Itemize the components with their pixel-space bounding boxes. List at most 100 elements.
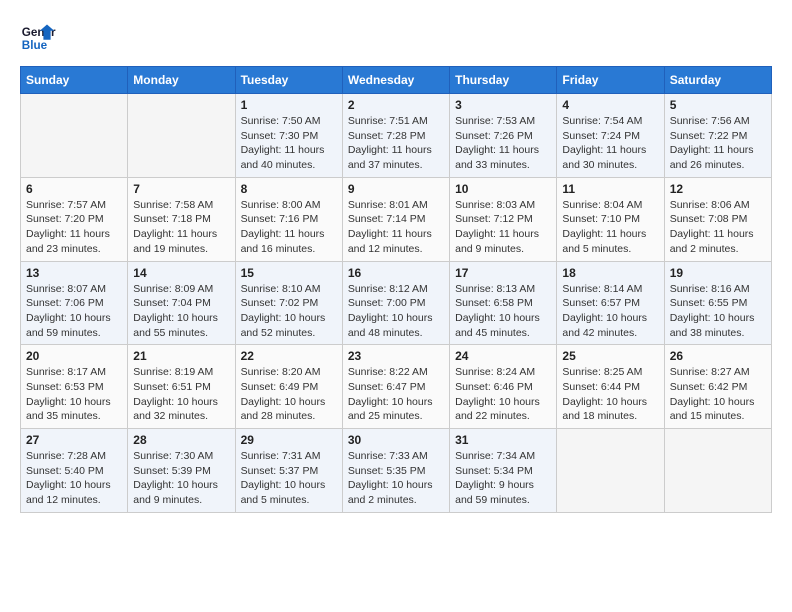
- day-number: 26: [670, 349, 766, 363]
- calendar-cell: [21, 94, 128, 178]
- day-info: Sunrise: 7:30 AM Sunset: 5:39 PM Dayligh…: [133, 449, 229, 508]
- day-info: Sunrise: 8:12 AM Sunset: 7:00 PM Dayligh…: [348, 282, 444, 341]
- calendar-cell: 18 Sunrise: 8:14 AM Sunset: 6:57 PM Dayli…: [557, 261, 664, 345]
- day-info: Sunrise: 7:50 AM Sunset: 7:30 PM Dayligh…: [241, 114, 337, 173]
- calendar-cell: 23Sunrise: 8:22 AM Sunset: 6:47 PM Dayli…: [342, 345, 449, 429]
- day-number: 31: [455, 433, 551, 447]
- calendar-cell: 9Sunrise: 8:01 AM Sunset: 7:14 PM Daylig…: [342, 177, 449, 261]
- day-number: 2: [348, 98, 444, 112]
- day-info: Sunrise: 8:13 AM Sunset: 6:58 PM Dayligh…: [455, 282, 551, 341]
- day-info: Sunrise: 8:10 AM Sunset: 7:02 PM Dayligh…: [241, 282, 337, 341]
- col-header-sunday: Sunday: [21, 67, 128, 94]
- header-row: SundayMondayTuesdayWednesdayThursdayFrid…: [21, 67, 772, 94]
- day-number: 3: [455, 98, 551, 112]
- page-header: General Blue: [20, 20, 772, 56]
- calendar-cell: 15Sunrise: 8:10 AM Sunset: 7:02 PM Dayli…: [235, 261, 342, 345]
- calendar-cell: 4 Sunrise: 7:54 AM Sunset: 7:24 PM Daylig…: [557, 94, 664, 178]
- day-info: Sunrise: 7:56 AM Sunset: 7:22 PM Dayligh…: [670, 114, 766, 173]
- day-number: 21: [133, 349, 229, 363]
- day-info: Sunrise: 8:01 AM Sunset: 7:14 PM Dayligh…: [348, 198, 444, 257]
- day-info: Sunrise: 8:17 AM Sunset: 6:53 PM Dayligh…: [26, 365, 122, 424]
- day-number: 11: [562, 182, 658, 196]
- day-info: Sunrise: 7:58 AM Sunset: 7:18 PM Dayligh…: [133, 198, 229, 257]
- calendar-cell: 6 Sunrise: 7:57 AM Sunset: 7:20 PM Daylig…: [21, 177, 128, 261]
- calendar-cell: 19Sunrise: 8:16 AM Sunset: 6:55 PM Dayli…: [664, 261, 771, 345]
- svg-text:Blue: Blue: [22, 39, 48, 52]
- day-number: 20: [26, 349, 122, 363]
- calendar-cell: 20 Sunrise: 8:17 AM Sunset: 6:53 PM Dayli…: [21, 345, 128, 429]
- day-info: Sunrise: 7:33 AM Sunset: 5:35 PM Dayligh…: [348, 449, 444, 508]
- day-info: Sunrise: 7:54 AM Sunset: 7:24 PM Dayligh…: [562, 114, 658, 173]
- col-header-saturday: Saturday: [664, 67, 771, 94]
- day-number: 27: [26, 433, 122, 447]
- calendar-cell: 11 Sunrise: 8:04 AM Sunset: 7:10 PM Dayli…: [557, 177, 664, 261]
- calendar-cell: 17 Sunrise: 8:13 AM Sunset: 6:58 PM Dayli…: [450, 261, 557, 345]
- calendar-cell: 22Sunrise: 8:20 AM Sunset: 6:49 PM Dayli…: [235, 345, 342, 429]
- week-row-2: 6 Sunrise: 7:57 AM Sunset: 7:20 PM Daylig…: [21, 177, 772, 261]
- day-info: Sunrise: 8:27 AM Sunset: 6:42 PM Dayligh…: [670, 365, 766, 424]
- day-info: Sunrise: 8:24 AM Sunset: 6:46 PM Dayligh…: [455, 365, 551, 424]
- day-info: Sunrise: 7:31 AM Sunset: 5:37 PM Dayligh…: [241, 449, 337, 508]
- day-number: 14: [133, 266, 229, 280]
- calendar-cell: 2 Sunrise: 7:51 AM Sunset: 7:28 PM Daylig…: [342, 94, 449, 178]
- day-number: 29: [241, 433, 337, 447]
- day-number: 12: [670, 182, 766, 196]
- logo-icon: General Blue: [20, 20, 56, 56]
- day-number: 7: [133, 182, 229, 196]
- calendar-cell: 30 Sunrise: 7:33 AM Sunset: 5:35 PM Dayli…: [342, 429, 449, 513]
- calendar-cell: 26 Sunrise: 8:27 AM Sunset: 6:42 PM Dayli…: [664, 345, 771, 429]
- calendar-table: SundayMondayTuesdayWednesdayThursdayFrid…: [20, 66, 772, 513]
- day-info: Sunrise: 8:04 AM Sunset: 7:10 PM Dayligh…: [562, 198, 658, 257]
- day-number: 17: [455, 266, 551, 280]
- calendar-cell: 8Sunrise: 8:00 AM Sunset: 7:16 PM Daylig…: [235, 177, 342, 261]
- calendar-cell: 16 Sunrise: 8:12 AM Sunset: 7:00 PM Dayli…: [342, 261, 449, 345]
- calendar-cell: 31 Sunrise: 7:34 AM Sunset: 5:34 PM Dayli…: [450, 429, 557, 513]
- calendar-cell: 12 Sunrise: 8:06 AM Sunset: 7:08 PM Dayli…: [664, 177, 771, 261]
- day-info: Sunrise: 8:06 AM Sunset: 7:08 PM Dayligh…: [670, 198, 766, 257]
- day-number: 6: [26, 182, 122, 196]
- day-number: 18: [562, 266, 658, 280]
- week-row-1: 1 Sunrise: 7:50 AM Sunset: 7:30 PM Daylig…: [21, 94, 772, 178]
- day-number: 10: [455, 182, 551, 196]
- calendar-cell: [128, 94, 235, 178]
- col-header-tuesday: Tuesday: [235, 67, 342, 94]
- calendar-cell: [664, 429, 771, 513]
- week-row-5: 27 Sunrise: 7:28 AM Sunset: 5:40 PM Dayli…: [21, 429, 772, 513]
- day-info: Sunrise: 7:51 AM Sunset: 7:28 PM Dayligh…: [348, 114, 444, 173]
- day-info: Sunrise: 8:07 AM Sunset: 7:06 PM Dayligh…: [26, 282, 122, 341]
- logo: General Blue: [20, 20, 56, 56]
- day-info: Sunrise: 7:28 AM Sunset: 5:40 PM Dayligh…: [26, 449, 122, 508]
- day-number: 4: [562, 98, 658, 112]
- day-info: Sunrise: 7:53 AM Sunset: 7:26 PM Dayligh…: [455, 114, 551, 173]
- calendar-cell: 27 Sunrise: 7:28 AM Sunset: 5:40 PM Dayli…: [21, 429, 128, 513]
- day-info: Sunrise: 8:19 AM Sunset: 6:51 PM Dayligh…: [133, 365, 229, 424]
- calendar-cell: 21 Sunrise: 8:19 AM Sunset: 6:51 PM Dayli…: [128, 345, 235, 429]
- day-info: Sunrise: 8:09 AM Sunset: 7:04 PM Dayligh…: [133, 282, 229, 341]
- week-row-4: 20 Sunrise: 8:17 AM Sunset: 6:53 PM Dayli…: [21, 345, 772, 429]
- calendar-cell: 13 Sunrise: 8:07 AM Sunset: 7:06 PM Dayli…: [21, 261, 128, 345]
- col-header-friday: Friday: [557, 67, 664, 94]
- day-number: 16: [348, 266, 444, 280]
- calendar-cell: 25Sunrise: 8:25 AM Sunset: 6:44 PM Dayli…: [557, 345, 664, 429]
- calendar-cell: 7 Sunrise: 7:58 AM Sunset: 7:18 PM Daylig…: [128, 177, 235, 261]
- day-number: 24: [455, 349, 551, 363]
- day-number: 1: [241, 98, 337, 112]
- calendar-cell: 5 Sunrise: 7:56 AM Sunset: 7:22 PM Daylig…: [664, 94, 771, 178]
- day-number: 19: [670, 266, 766, 280]
- day-number: 5: [670, 98, 766, 112]
- day-number: 28: [133, 433, 229, 447]
- calendar-cell: [557, 429, 664, 513]
- calendar-cell: 28 Sunrise: 7:30 AM Sunset: 5:39 PM Dayli…: [128, 429, 235, 513]
- week-row-3: 13 Sunrise: 8:07 AM Sunset: 7:06 PM Dayli…: [21, 261, 772, 345]
- day-info: Sunrise: 8:22 AM Sunset: 6:47 PM Dayligh…: [348, 365, 444, 424]
- day-number: 30: [348, 433, 444, 447]
- calendar-cell: 29 Sunrise: 7:31 AM Sunset: 5:37 PM Dayli…: [235, 429, 342, 513]
- day-info: Sunrise: 7:34 AM Sunset: 5:34 PM Dayligh…: [455, 449, 551, 508]
- day-number: 13: [26, 266, 122, 280]
- col-header-thursday: Thursday: [450, 67, 557, 94]
- calendar-cell: 24 Sunrise: 8:24 AM Sunset: 6:46 PM Dayli…: [450, 345, 557, 429]
- day-info: Sunrise: 7:57 AM Sunset: 7:20 PM Dayligh…: [26, 198, 122, 257]
- day-number: 8: [241, 182, 337, 196]
- day-number: 25: [562, 349, 658, 363]
- day-info: Sunrise: 8:14 AM Sunset: 6:57 PM Dayligh…: [562, 282, 658, 341]
